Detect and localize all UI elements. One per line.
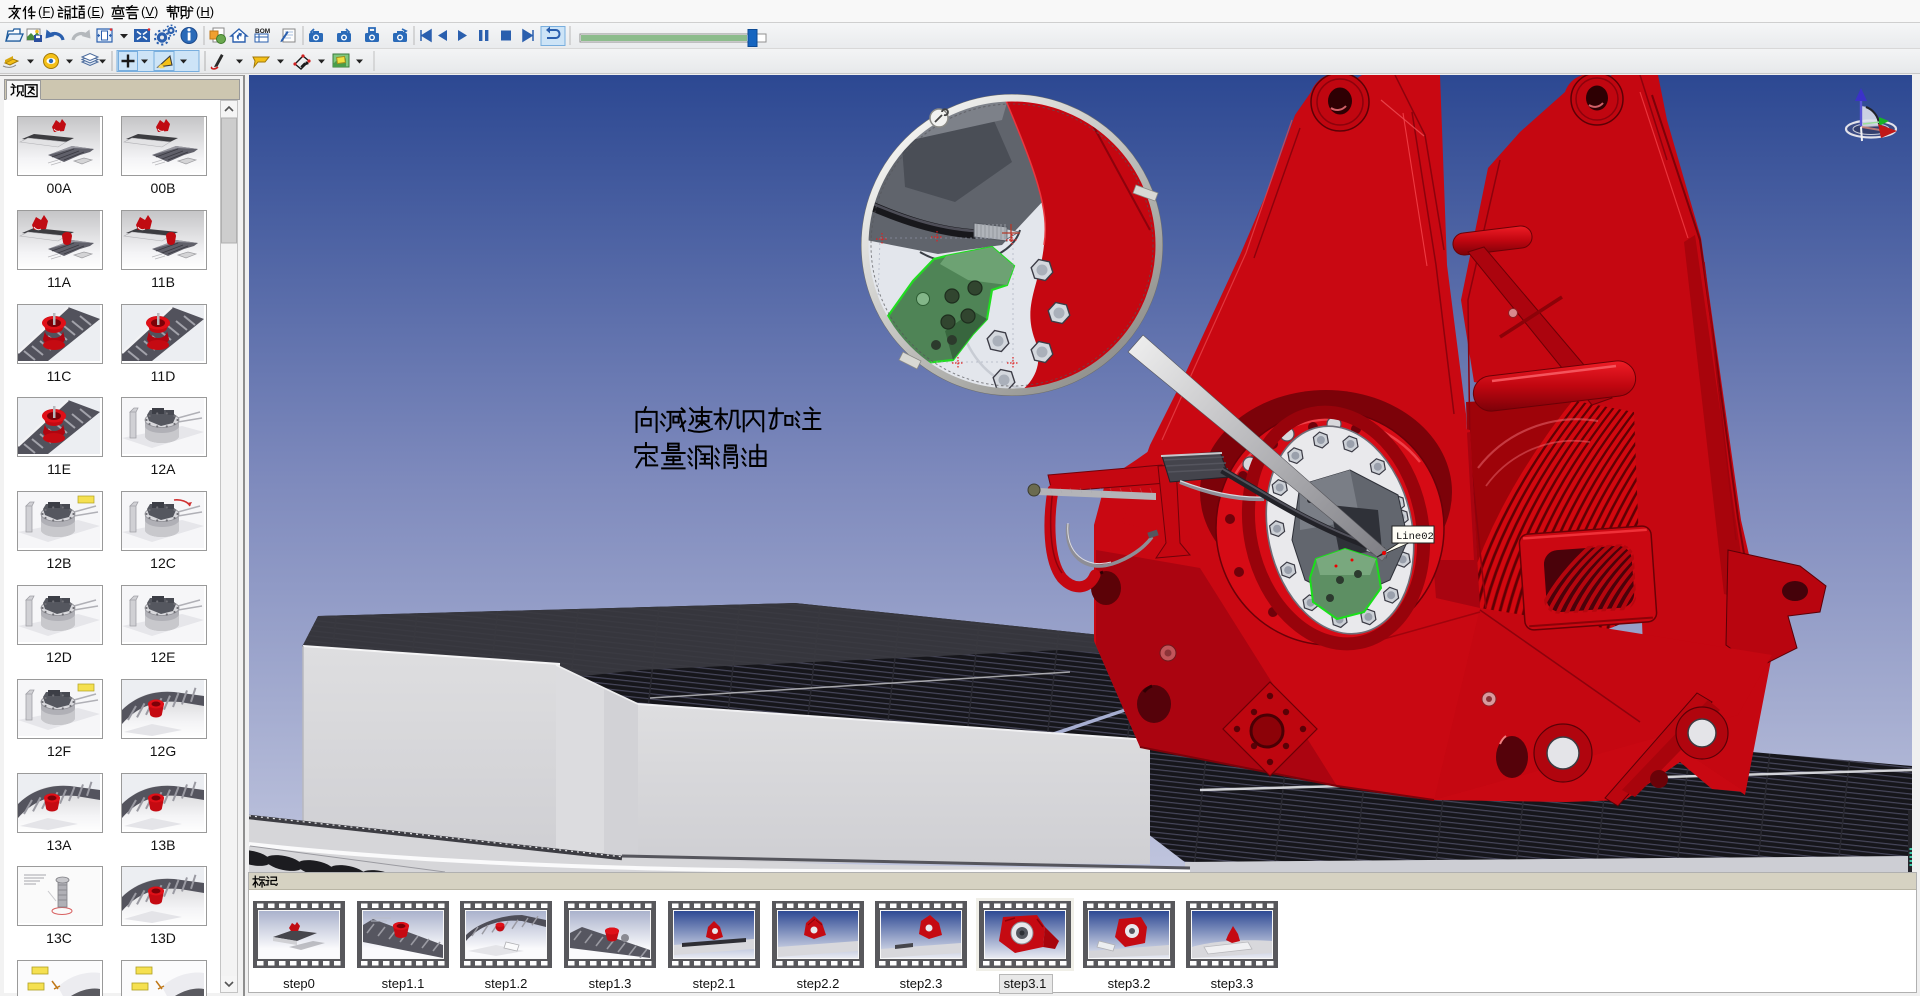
svg-text:Line02: Line02: [1396, 531, 1434, 543]
